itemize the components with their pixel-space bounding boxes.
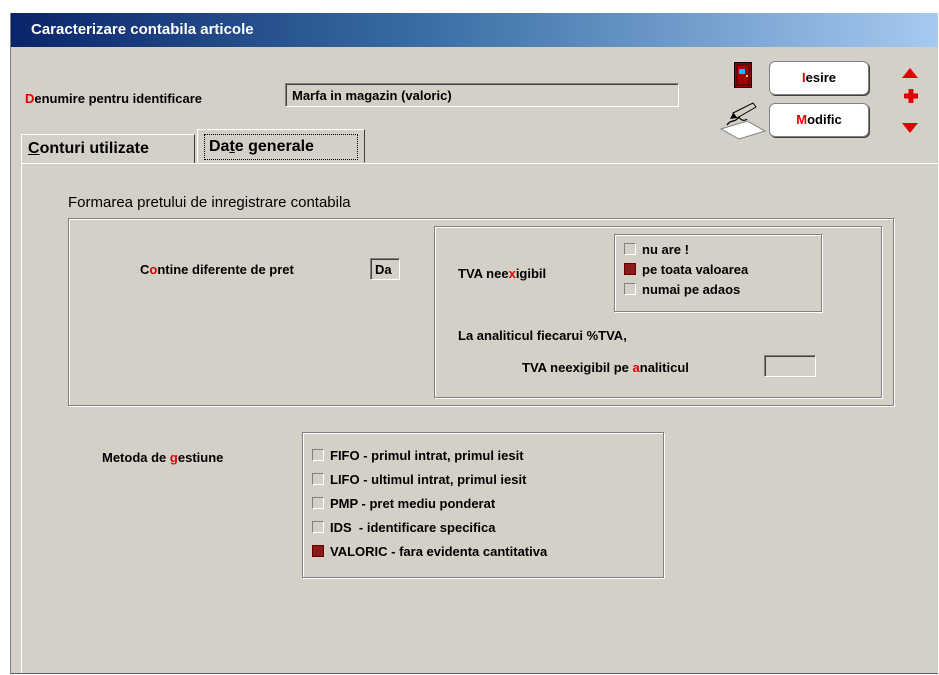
edit-pen-icon[interactable] bbox=[717, 99, 767, 141]
option-label: pe toata valoarea bbox=[642, 262, 749, 277]
analitic-field[interactable] bbox=[764, 355, 816, 377]
option-label: LIFO - ultimul intrat, primul iesit bbox=[330, 472, 527, 487]
iesire-button[interactable]: Iesire bbox=[769, 61, 869, 95]
hotkey: a bbox=[632, 360, 640, 375]
option-label: VALORIC - fara evidenta cantitativa bbox=[330, 544, 548, 559]
tva-option-numai-pe-adaos[interactable]: numai pe adaos bbox=[624, 282, 740, 297]
hotkey: D bbox=[25, 91, 35, 106]
metoda-option-fifo[interactable]: FIFO - primul intrat, primul iesit bbox=[312, 448, 524, 463]
denumire-label: Denumire pentru identificare bbox=[25, 91, 202, 106]
option-label: nu are ! bbox=[642, 242, 689, 257]
arrow-down-icon[interactable] bbox=[902, 121, 918, 133]
tva-option-pe-toata-valoarea[interactable]: pe toata valoarea bbox=[624, 262, 748, 277]
label-rest: estiune bbox=[177, 450, 224, 465]
option-label: IDS - identificare specifica bbox=[330, 520, 496, 535]
app-window: Caracterizare contabila articole Denumir… bbox=[10, 13, 938, 674]
analitic-line1: La analiticul fiecarui %TVA, bbox=[458, 328, 627, 343]
option-label: FIFO - primul intrat, primul iesit bbox=[330, 448, 524, 463]
tab-label: e generale bbox=[234, 138, 314, 155]
label-rest: igibil bbox=[515, 266, 547, 281]
tab-content-panel: Formarea pretului de inregistrare contab… bbox=[21, 163, 938, 673]
label-rest: ntine diferente de pret bbox=[157, 262, 294, 277]
hotkey: C bbox=[28, 140, 40, 157]
checkbox[interactable] bbox=[312, 545, 324, 557]
section-title: Formarea pretului de inregistrare contab… bbox=[68, 194, 351, 211]
metoda-option-ids[interactable]: IDS - identificare specifica bbox=[312, 520, 495, 535]
tab-label-pre: Da bbox=[209, 138, 230, 155]
label-rest: naliticul bbox=[639, 360, 689, 375]
checkbox[interactable] bbox=[624, 283, 636, 295]
metoda-option-pmp[interactable]: PMP - pret mediu ponderat bbox=[312, 496, 495, 511]
hotkey: g bbox=[169, 450, 178, 465]
window-title: Caracterizare contabila articole bbox=[11, 13, 938, 47]
analitic-label: TVA neexigibil pe analiticul bbox=[522, 360, 689, 375]
plus-icon[interactable] bbox=[904, 89, 918, 103]
option-label: PMP - pret mediu ponderat bbox=[330, 496, 496, 511]
checkbox[interactable] bbox=[624, 263, 636, 275]
button-label: odific bbox=[807, 112, 842, 127]
tva-label: TVA neexigibil bbox=[458, 266, 546, 281]
checkbox[interactable] bbox=[312, 497, 324, 509]
metoda-option-valoric[interactable]: VALORIC - fara evidenta cantitativa bbox=[312, 544, 547, 559]
option-label: numai pe adaos bbox=[642, 282, 741, 297]
tva-option-nu-are[interactable]: nu are ! bbox=[624, 242, 689, 257]
label-pre: TVA nee bbox=[458, 266, 509, 281]
metoda-label: Metoda de gestiune bbox=[102, 450, 223, 465]
checkbox[interactable] bbox=[312, 521, 324, 533]
tab-label: onturi utilizate bbox=[39, 140, 149, 157]
label-pre: Metoda de bbox=[102, 450, 170, 465]
checkbox[interactable] bbox=[624, 243, 636, 255]
denumire-input[interactable]: Marfa in magazin (valoric) bbox=[285, 83, 679, 107]
tab-conturi-utilizate[interactable]: Conturi utilizate bbox=[21, 134, 195, 164]
label-text: enumire pentru identificare bbox=[34, 91, 202, 106]
metoda-option-lifo[interactable]: LIFO - ultimul intrat, primul iesit bbox=[312, 472, 526, 487]
label-pre: TVA neexigibil pe bbox=[522, 360, 633, 375]
tab-date-generale[interactable]: Date generale bbox=[197, 129, 365, 163]
hotkey: x bbox=[508, 266, 516, 281]
checkbox[interactable] bbox=[312, 473, 324, 485]
modific-button[interactable]: Modific bbox=[769, 103, 869, 137]
checkbox[interactable] bbox=[312, 449, 324, 461]
diferente-field[interactable]: Da bbox=[370, 258, 400, 280]
arrow-up-icon[interactable] bbox=[902, 66, 918, 78]
hotkey: M bbox=[796, 112, 808, 127]
button-label: esire bbox=[805, 70, 836, 85]
diferente-label: Contine diferente de pret bbox=[140, 262, 294, 277]
label-pre: C bbox=[140, 262, 150, 277]
exit-door-icon[interactable] bbox=[734, 62, 752, 88]
